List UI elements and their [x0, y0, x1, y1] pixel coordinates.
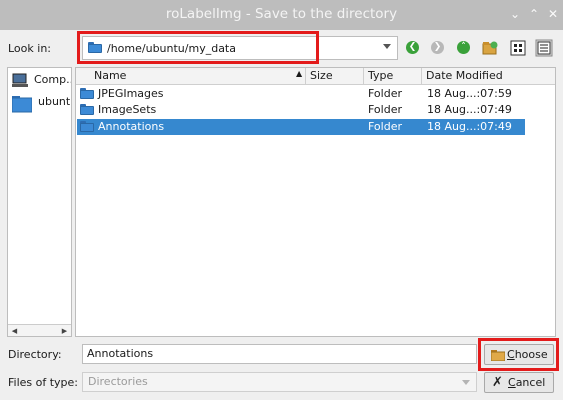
sidebar-item-label: ubuntu — [38, 95, 71, 108]
new-folder-button[interactable] — [481, 39, 499, 57]
folder-icon — [80, 104, 94, 115]
file-modified: 18 Aug...:07:49 — [427, 120, 512, 133]
file-type-label: Files of type: — [8, 376, 79, 389]
forward-icon: ❯ — [431, 41, 444, 54]
file-type: Folder — [368, 87, 402, 100]
folder-icon — [11, 96, 33, 113]
chevron-down-icon[interactable] — [383, 44, 391, 49]
file-name: Annotations — [98, 120, 165, 133]
column-size[interactable]: Size — [306, 68, 364, 85]
places-sidebar[interactable]: Comp... ubuntu ◀ ▶ — [7, 67, 72, 337]
sidebar-item-label: Comp... — [34, 73, 71, 86]
detail-view-button[interactable] — [535, 39, 553, 57]
highlight-box-choose — [478, 338, 559, 371]
maximize-icon[interactable]: ⌃ — [525, 5, 543, 23]
close-icon[interactable]: ✕ — [544, 5, 562, 23]
sidebar-item-ubuntu[interactable]: ubuntu — [11, 95, 71, 116]
window-title: roLabelImg - Save to the directory — [165, 6, 398, 22]
detail-view-icon — [535, 39, 553, 57]
cancel-button-label: Cancel — [508, 376, 546, 389]
cancel-button[interactable]: ✗ Cancel — [484, 372, 554, 393]
minimize-icon[interactable]: ⌄ — [506, 5, 524, 23]
parent-directory-icon: ˄ — [457, 41, 470, 54]
sidebar-item-computer[interactable]: Comp... — [12, 73, 71, 90]
sort-ascending-icon: ▲ — [296, 69, 303, 78]
column-name[interactable]: Name — [76, 68, 306, 85]
file-type-value: Directories — [88, 375, 148, 388]
directory-field[interactable]: Annotations — [82, 344, 477, 364]
file-type-combobox: Directories — [82, 372, 477, 392]
chevron-down-icon — [462, 380, 470, 385]
file-type: Folder — [368, 120, 402, 133]
column-type[interactable]: Type — [364, 68, 422, 85]
file-list[interactable]: Name ▲ Size Type Date Modified JPEGImage… — [75, 67, 556, 337]
cancel-x-icon: ✗ — [492, 375, 503, 390]
file-type: Folder — [368, 103, 402, 116]
list-view-icon — [510, 40, 526, 56]
computer-icon — [12, 73, 28, 87]
highlight-box-look-in — [77, 31, 319, 64]
table-row[interactable]: ImageSets Folder 18 Aug...:07:49 — [77, 102, 525, 118]
forward-button[interactable]: ❯ — [429, 39, 447, 57]
scroll-right-icon[interactable]: ▶ — [59, 326, 70, 336]
title-bar: roLabelImg - Save to the directory ⌄ ⌃ ✕ — [0, 0, 563, 30]
back-icon: ❮ — [406, 41, 419, 54]
back-button[interactable]: ❮ — [404, 39, 422, 57]
file-name: JPEGImages — [98, 87, 164, 100]
column-date-modified[interactable]: Date Modified — [422, 68, 525, 85]
scroll-left-icon[interactable]: ◀ — [9, 326, 20, 336]
file-name: ImageSets — [98, 103, 157, 116]
folder-icon — [80, 121, 94, 132]
parent-directory-button[interactable]: ˄ — [455, 39, 473, 57]
look-in-label: Look in: — [8, 42, 51, 55]
new-folder-icon — [482, 41, 498, 55]
list-view-button[interactable] — [509, 39, 527, 57]
sidebar-horizontal-scrollbar[interactable]: ◀ ▶ — [8, 324, 71, 336]
file-modified: 18 Aug...:07:59 — [427, 87, 512, 100]
table-row[interactable]: JPEGImages Folder 18 Aug...:07:59 — [77, 86, 525, 102]
directory-label: Directory: — [8, 348, 62, 361]
file-modified: 18 Aug...:07:49 — [427, 103, 512, 116]
table-row-selected[interactable]: Annotations Folder 18 Aug...:07:49 — [77, 119, 525, 135]
folder-icon — [80, 88, 94, 99]
column-header: Name ▲ Size Type Date Modified — [76, 68, 555, 85]
